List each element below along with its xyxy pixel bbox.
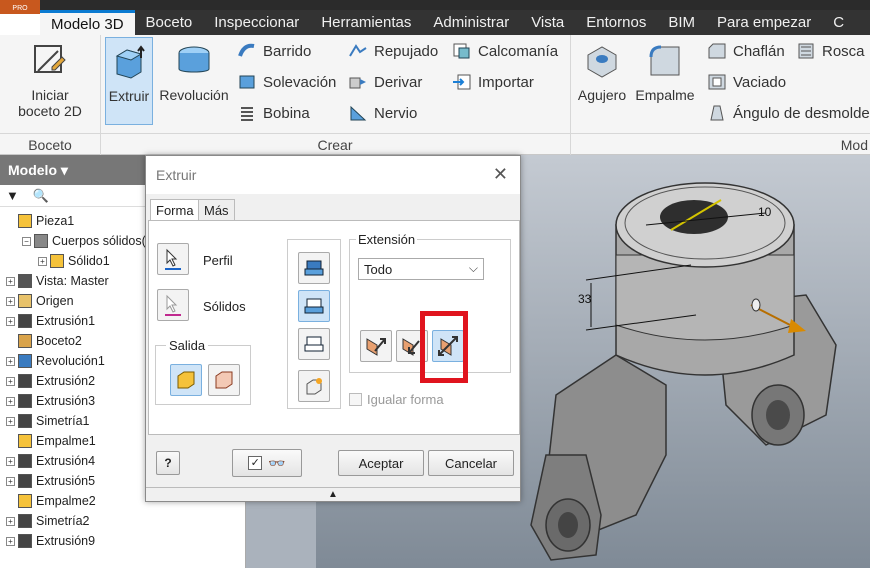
extension-dropdown[interactable]: Todo ⌵ xyxy=(358,258,484,280)
solidos-selector[interactable] xyxy=(157,289,189,321)
dialog-title: Extruir xyxy=(156,167,197,183)
solidos-label: Sólidos xyxy=(203,299,246,314)
operation-group xyxy=(287,239,341,409)
direction-1-button[interactable] xyxy=(360,330,392,362)
output-solid-button[interactable] xyxy=(170,364,202,396)
aceptar-button[interactable]: Aceptar xyxy=(338,450,424,476)
dialog-title-bar: Extruir ✕ xyxy=(146,156,520,194)
igualar-forma-option[interactable]: Igualar forma xyxy=(349,392,444,407)
glasses-icon: 👓 xyxy=(268,454,286,471)
new-solid-button[interactable] xyxy=(298,370,330,402)
intersect-icon xyxy=(304,336,324,352)
tab-mas[interactable]: Más xyxy=(198,199,235,221)
annotation-highlight-box xyxy=(420,311,468,383)
close-icon[interactable]: ✕ xyxy=(493,164,508,185)
solid-body-icon xyxy=(177,371,195,389)
help-button[interactable]: ? xyxy=(156,451,180,475)
direction-forward-icon xyxy=(366,338,386,356)
igualar-forma-label: Igualar forma xyxy=(367,392,444,407)
igualar-forma-checkbox[interactable] xyxy=(349,393,362,406)
perfil-label: Perfil xyxy=(203,253,233,268)
output-surface-button[interactable] xyxy=(208,364,240,396)
app-button[interactable]: PRO xyxy=(0,0,40,14)
expand-icon[interactable]: ▲ xyxy=(146,487,520,501)
intersect-button[interactable] xyxy=(298,328,330,360)
extension-label: Extensión xyxy=(356,232,418,247)
preview-toggle[interactable]: ✓ 👓 xyxy=(232,449,302,477)
chevron-down-icon: ⌵ xyxy=(468,261,478,275)
cursor-blue-icon xyxy=(165,248,181,270)
tab-forma[interactable]: Forma xyxy=(150,199,200,222)
salida-group: Salida xyxy=(155,338,251,405)
cancelar-button[interactable]: Cancelar xyxy=(428,450,514,476)
join-icon xyxy=(304,260,324,276)
preview-checkbox[interactable]: ✓ xyxy=(248,456,263,470)
cursor-magenta-icon xyxy=(165,294,181,316)
app-badge: PRO xyxy=(12,5,28,12)
salida-label: Salida xyxy=(166,338,209,353)
surface-body-icon xyxy=(215,371,233,389)
perfil-selector[interactable] xyxy=(157,243,189,275)
extruir-dialog: Extruir ✕ Forma Más Perfil Sólidos Salid… xyxy=(145,155,521,502)
cut-icon xyxy=(304,298,324,314)
new-solid-icon xyxy=(306,378,322,395)
extension-value: Todo xyxy=(364,262,393,277)
cut-button[interactable] xyxy=(298,290,330,322)
help-icon: ? xyxy=(164,456,172,470)
join-button[interactable] xyxy=(298,252,330,284)
